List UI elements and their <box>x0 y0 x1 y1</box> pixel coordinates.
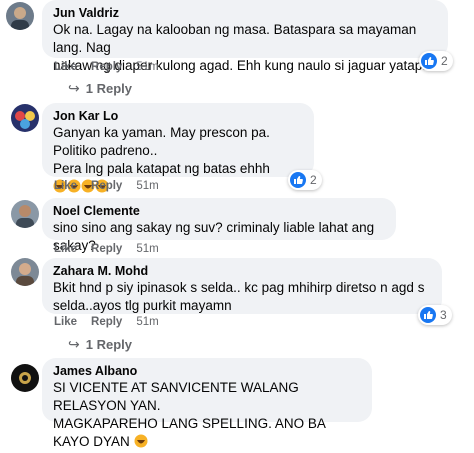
timestamp[interactable]: 51m <box>136 243 158 255</box>
reaction-number: 2 <box>310 173 317 187</box>
reaction-count[interactable]: 2 <box>419 51 453 71</box>
comment-bubble: James Albano SI VICENTE AT SANVICENTE WA… <box>42 358 372 449</box>
timestamp[interactable]: 51m <box>136 316 158 328</box>
reply-button[interactable]: Reply <box>91 243 122 255</box>
reply-button[interactable]: Reply <box>91 61 122 73</box>
comment-author[interactable]: Jun Valdriz <box>53 5 437 21</box>
like-icon <box>420 307 436 323</box>
laughing-emoji-icon <box>134 434 148 453</box>
reply-arrow-icon: ↪ <box>68 336 80 352</box>
comment-author[interactable]: Noel Clemente <box>53 203 385 219</box>
comment-text: Bkit hnd p siy ipinasok s selda.. kc pag… <box>53 280 425 313</box>
like-icon <box>421 53 437 69</box>
timestamp[interactable]: 51m <box>136 180 158 192</box>
comment-text: Ganyan ka yaman. May prescon pa. <box>53 125 270 140</box>
avatar[interactable] <box>11 364 39 392</box>
view-replies-link[interactable]: ↪ 1 Reply <box>68 336 132 353</box>
avatar[interactable] <box>11 104 39 132</box>
avatar[interactable] <box>11 200 39 228</box>
like-icon <box>290 172 306 188</box>
reply-button[interactable]: Reply <box>91 180 122 192</box>
comment-actions: Like Reply 51m <box>54 61 159 73</box>
comment-text: MAGKAPAREHO LANG SPELLING. ANO BA KAYO D… <box>53 415 361 453</box>
comment-author[interactable]: Zahara M. Mohd <box>53 263 431 279</box>
view-replies-label: 1 Reply <box>85 81 132 96</box>
reply-button[interactable]: Reply <box>91 316 122 328</box>
like-button[interactable]: Like <box>54 180 77 192</box>
comment-author[interactable]: Jon Kar Lo <box>53 108 303 124</box>
avatar[interactable] <box>6 2 34 30</box>
reaction-count[interactable]: 3 <box>418 305 452 325</box>
comment-actions: Like Reply 51m <box>54 243 159 255</box>
comment-actions: Like Reply 51m <box>54 180 159 192</box>
view-replies-label: 1 Reply <box>85 337 132 352</box>
comment-text: SI VICENTE AT SANVICENTE WALANG RELASYON… <box>53 380 299 413</box>
reaction-number: 2 <box>441 54 448 68</box>
timestamp[interactable]: 51m <box>136 61 158 73</box>
reaction-count[interactable]: 2 <box>288 170 322 190</box>
comment-text: Politiko padreno.. <box>53 143 158 158</box>
view-replies-link[interactable]: ↪ 1 Reply <box>68 80 132 97</box>
avatar[interactable] <box>11 258 39 286</box>
like-button[interactable]: Like <box>54 316 77 328</box>
comment-text: Pera lng pala katapat ng batas ehhh <box>53 160 303 198</box>
comment-author[interactable]: James Albano <box>53 363 361 379</box>
comment-bubble: Jun Valdriz Ok na. Lagay na kalooban ng … <box>42 0 448 73</box>
comment-actions: Like Reply 51m <box>54 316 159 328</box>
comment-bubble: Jon Kar Lo Ganyan ka yaman. May prescon … <box>42 103 314 193</box>
like-button[interactable]: Like <box>54 243 77 255</box>
comment-bubble: Noel Clemente sino sino ang sakay ng suv… <box>42 198 396 253</box>
reply-arrow-icon: ↪ <box>68 80 80 96</box>
reaction-number: 3 <box>440 308 447 322</box>
like-button[interactable]: Like <box>54 61 77 73</box>
comment-bubble: Zahara M. Mohd Bkit hnd p siy ipinasok s… <box>42 258 442 314</box>
